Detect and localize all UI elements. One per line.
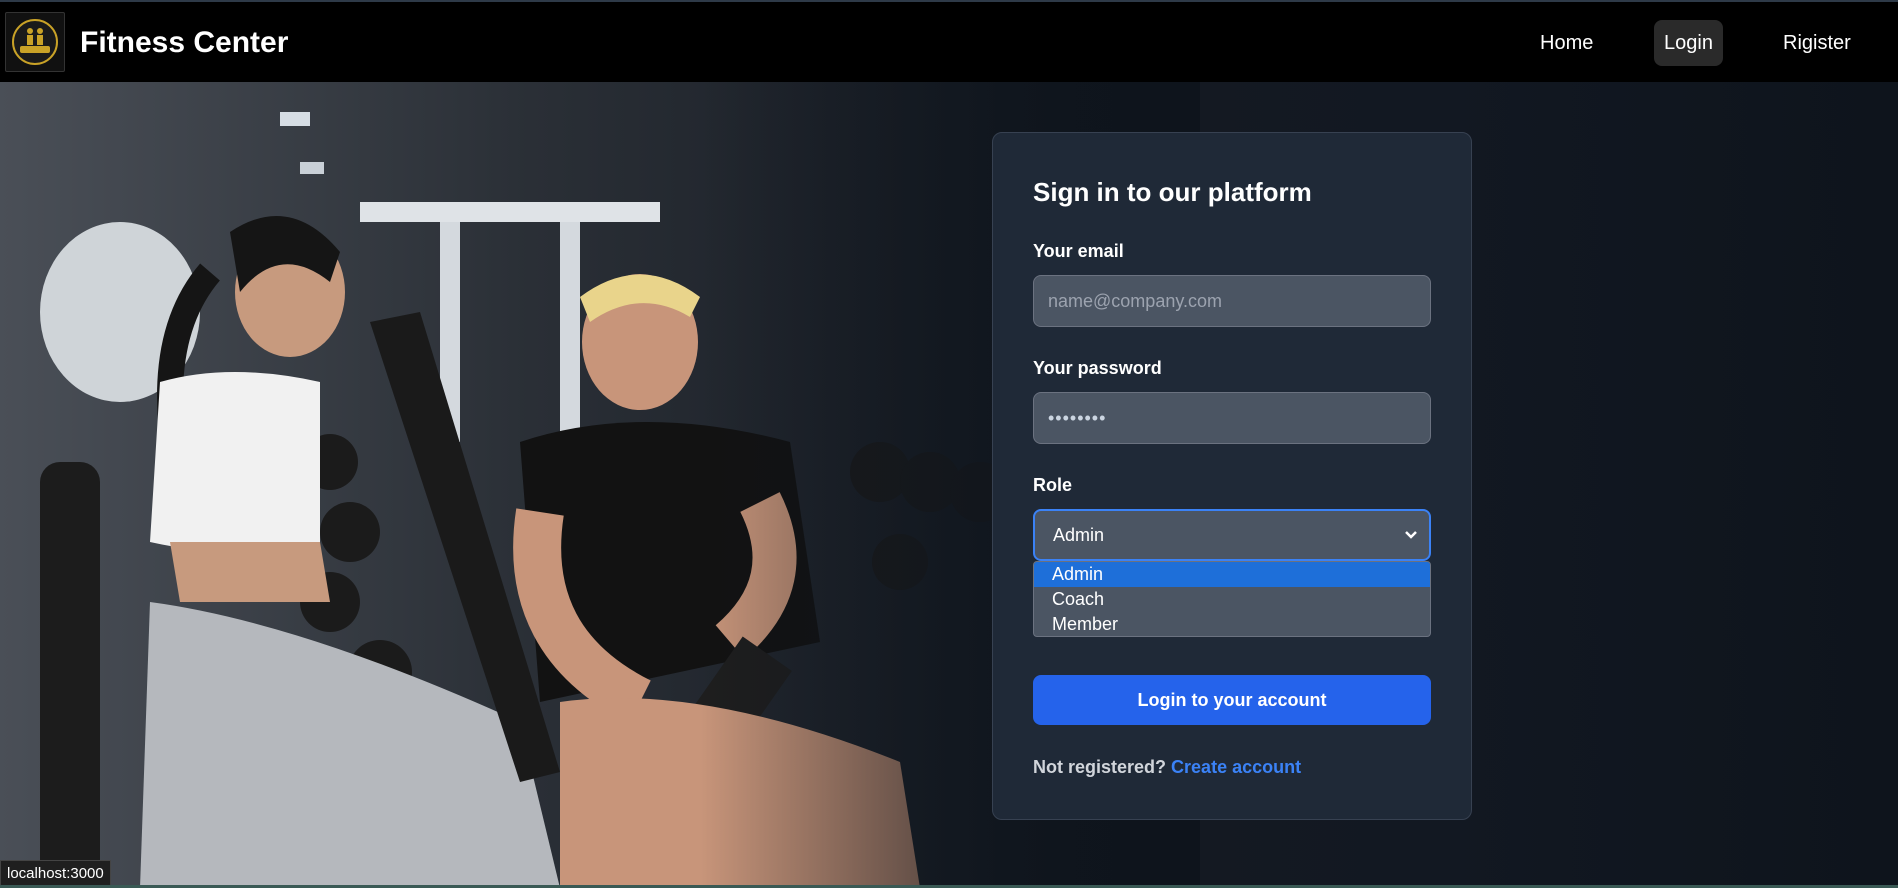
email-label: Your email (1033, 241, 1124, 261)
password-field[interactable]: •••••••• (1033, 392, 1431, 444)
fitness-logo[interactable] (5, 12, 65, 72)
hero-section: Sign in to our platform Your email Your … (0, 82, 1898, 888)
nav-register[interactable]: Rigister (1773, 20, 1861, 66)
status-bar-url: localhost:3000 (0, 860, 111, 888)
login-title: Sign in to our platform (1033, 177, 1312, 207)
role-option-coach[interactable]: Coach (1034, 587, 1430, 612)
password-label: Your password (1033, 358, 1162, 378)
login-card: Sign in to our platform Your email Your … (992, 132, 1472, 820)
role-label: Role (1033, 475, 1073, 495)
role-selected-value: Admin (1053, 525, 1105, 545)
navbar: Fitness Center Home Login Rigister (0, 2, 1898, 82)
login-submit-button[interactable]: Login to your account (1033, 675, 1431, 725)
nav-home[interactable]: Home (1530, 20, 1603, 66)
role-select[interactable]: Admin (1033, 509, 1431, 561)
logo-emblem-icon (12, 19, 58, 65)
role-dropdown-list: Admin Coach Member (1033, 561, 1431, 637)
chevron-down-icon (1405, 531, 1417, 539)
email-field[interactable] (1033, 275, 1431, 327)
role-option-member[interactable]: Member (1034, 612, 1430, 636)
create-account-link[interactable]: Create account (1171, 757, 1301, 777)
register-prompt: Not registered? Create account (1033, 757, 1301, 778)
brand-title[interactable]: Fitness Center (80, 26, 288, 60)
role-option-admin[interactable]: Admin (1034, 562, 1430, 587)
not-registered-text: Not registered? (1033, 757, 1167, 777)
nav-login[interactable]: Login (1654, 20, 1723, 66)
